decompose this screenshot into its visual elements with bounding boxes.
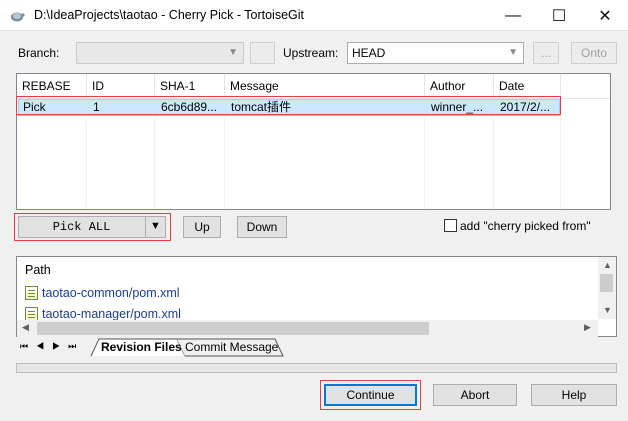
upstream-value: HEAD [352,46,386,60]
close-button[interactable]: ✕ [582,0,628,31]
column-id[interactable]: ID [87,74,155,98]
help-button[interactable]: Help [531,384,617,406]
first-tab-icon[interactable]: ⏮ [20,341,36,351]
up-button[interactable]: Up [183,216,221,238]
tab-revision-files[interactable]: Revision Files [101,339,182,356]
file-modified-icon [25,286,38,300]
maximize-button[interactable]: ☐ [536,0,582,31]
pick-all-button[interactable]: Pick ALL ▼ [18,216,166,238]
scroll-left-icon[interactable]: ◀ [22,322,29,333]
upstream-browse-button[interactable]: ... [533,42,559,64]
branch-select[interactable]: ▼ [76,42,244,64]
minimize-icon: — [505,6,521,24]
last-tab-icon[interactable]: ⏭ [68,341,84,351]
cherry-picked-checkbox[interactable] [444,219,457,232]
scroll-right-icon[interactable]: ▶ [584,322,591,333]
chevron-down-icon: ▼ [228,47,238,58]
onto-button[interactable]: Onto [571,42,617,64]
column-sha1[interactable]: SHA-1 [155,74,225,98]
path-header[interactable]: Path [25,263,51,277]
file-item[interactable]: taotao-common/pom.xml [25,283,180,303]
highlight-box [16,96,561,115]
pick-all-label: Pick ALL [52,220,111,234]
scroll-up-icon[interactable]: ▲ [603,260,612,270]
branch-extra-button[interactable] [250,42,275,64]
cherry-picked-label: add "cherry picked from" [460,219,591,233]
chevron-down-icon: ▼ [508,47,518,58]
continue-button[interactable]: Continue [324,384,417,406]
tortoisegit-icon [11,12,25,22]
column-author[interactable]: Author [425,74,494,98]
scroll-thumb[interactable] [600,274,613,292]
scroll-down-icon[interactable]: ▼ [603,305,612,315]
prev-tab-icon[interactable]: ◀ [36,341,52,351]
horizontal-scrollbar[interactable]: ◀ ▶ [17,320,598,337]
abort-button[interactable]: Abort [433,384,517,406]
close-icon: ✕ [598,7,612,25]
commit-list[interactable]: REBASE ID SHA-1 Message Author Date Pick… [16,73,611,210]
file-path: taotao-common/pom.xml [42,286,180,300]
upstream-label: Upstream: [283,46,339,60]
scroll-thumb[interactable] [37,322,429,335]
minimize-button[interactable]: — [490,0,536,31]
column-message[interactable]: Message [225,74,425,98]
upstream-select[interactable]: HEAD ▼ [347,42,524,64]
next-tab-icon[interactable]: ▶ [52,341,68,351]
window-title: D:\IdeaProjects\taotao - Cherry Pick - T… [34,8,305,22]
maximize-icon: ☐ [551,7,567,25]
column-date[interactable]: Date [494,74,561,98]
tab-commit-message[interactable]: Commit Message [185,339,278,356]
tab-nav-icons[interactable]: ⏮◀▶⏭ [20,341,84,352]
file-path: taotao-manager/pom.xml [42,307,181,321]
column-rebase[interactable]: REBASE [17,74,87,98]
file-modified-icon [25,307,38,321]
chevron-down-icon[interactable]: ▼ [150,220,161,232]
down-button[interactable]: Down [237,216,287,238]
vertical-scrollbar[interactable]: ▲ ▼ [598,257,616,319]
progress-bar [16,363,617,373]
branch-label: Branch: [18,46,60,60]
